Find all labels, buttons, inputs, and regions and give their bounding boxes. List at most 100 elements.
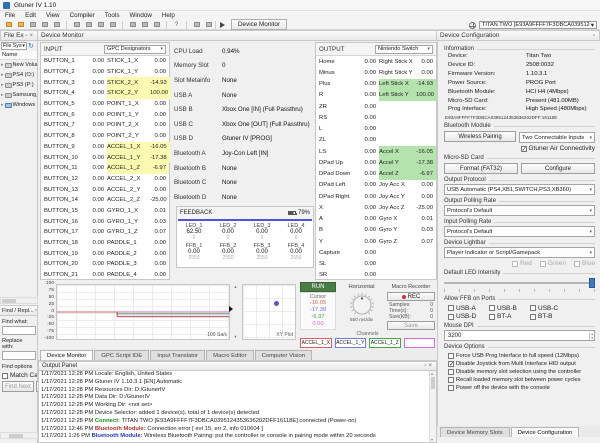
option-checkbox[interactable] [448,385,454,391]
tree-item-windows-c-[interactable]: ▸Windows (C:) [0,100,37,110]
tree-item-samsung-t5[interactable]: ▸Samsung_T5 [0,90,37,100]
output-polling-rate-dropdown[interactable]: Protocol's Default▾ [444,205,595,216]
led-intensity-slider[interactable] [444,278,595,288]
output-protocol-dropdown[interactable]: Nintendo Switch▾ [375,45,433,54]
menu-window[interactable]: Window [124,12,156,19]
save-all-icon[interactable] [40,21,49,29]
output-row: RS0.00 [316,112,436,123]
refresh-icon[interactable]: ↻ [28,43,34,50]
find-panel-hscrollbar[interactable] [0,432,38,439]
connectable-inputs-dropdown[interactable]: Two Connectable Inputs▾ [519,132,595,143]
usb-c-checkbox[interactable] [530,305,536,311]
horizontal-label: Horizontal [338,284,385,290]
option-checkbox[interactable] [448,377,454,383]
spinner-arrows-icon[interactable]: ▴▾ [589,332,594,340]
run-button[interactable]: RUN [300,282,336,292]
save-button[interactable]: Save [387,321,435,330]
usb-b-checkbox[interactable] [489,305,495,311]
download-slot-icon[interactable] [192,21,201,29]
paste-icon[interactable] [108,21,117,29]
close-icon[interactable]: × [28,33,34,39]
device-target-icon[interactable] [469,22,476,29]
find-input[interactable] [2,326,36,335]
copy-icon[interactable] [96,21,105,29]
usb-d-checkbox[interactable] [448,314,454,320]
mouse-dpi-spinbox[interactable]: 3200 ▴▾ [444,330,595,341]
match-case-checkbox[interactable] [2,373,8,379]
scope-plot[interactable]: 100 Sa/s [56,284,230,340]
tab-macro-editor[interactable]: Macro Editor [206,350,253,360]
designator-name: POINT_1_X [107,101,150,107]
usb-a-checkbox[interactable] [448,305,454,311]
output-protocol-dropdown[interactable]: USB Automatic (PS4,XB1,SWITCH,PS3,XB360)… [444,184,595,195]
rec-button[interactable]: REC [387,292,435,301]
tab-device-monitor[interactable]: Device Monitor [40,350,93,360]
channel-ACCEL_1_X[interactable]: ACCEL_1_X [300,338,332,348]
find-replace-icon[interactable] [152,21,161,29]
float-icon[interactable]: ▫ [34,308,37,314]
file-system-dropdown[interactable]: File System▾ [1,42,27,50]
gtuner-air-checkbox[interactable] [521,146,527,152]
log-vscrollbar[interactable]: ▴▾ [429,371,436,442]
option-checkbox[interactable] [448,361,454,367]
run-icon[interactable] [218,21,227,29]
output-value: 0.00 [356,81,379,87]
find-next-button[interactable]: Find Next [2,381,34,392]
tab-device-memory-slots[interactable]: Device Memory Slots [440,427,510,437]
scope-scroll-strip[interactable]: ▴▾ [231,284,240,340]
device-lightbar-dropdown[interactable]: Player Indicator or Script/Gamepack▾ [444,247,595,258]
format-button[interactable]: Format (FAT32) [444,163,518,174]
menu-file[interactable]: File [0,12,20,19]
tab-gpc-script-ide[interactable]: GPC Script IDE [94,350,149,360]
expand-icon[interactable]: ▸ [1,92,4,98]
slider-handle[interactable] [589,278,595,288]
menu-help[interactable]: Help [157,12,180,19]
status-label: Bluetooth C [174,179,222,186]
open-file-icon[interactable] [16,21,25,29]
file-explorer-hscrollbar[interactable] [0,297,38,304]
tree-item-new-volume[interactable]: ▸New Volume [0,60,37,70]
channel-empty[interactable] [404,338,436,348]
expand-icon[interactable]: ▸ [1,72,4,78]
replace-input[interactable] [2,351,36,360]
help-icon[interactable]: ? [172,21,181,29]
option-checkbox[interactable] [448,369,454,375]
gpc-designators-dropdown[interactable]: GPC Designators▾ [104,45,166,54]
tab-computer-vision[interactable]: Computer Vision [255,350,312,360]
menu-tools[interactable]: Tools [100,12,125,19]
tab-device-configuration[interactable]: Device Configuration [511,427,580,437]
input-polling-rate-dropdown[interactable]: Protocol's Default▾ [444,226,595,237]
menu-edit[interactable]: Edit [20,12,41,19]
trigger-marker[interactable] [229,306,233,312]
close-icon[interactable]: × [427,363,433,369]
tree-item-ps3-p-[interactable]: ▸PS3 (P:) [0,80,37,90]
device-monitor-toolbar-button[interactable]: Device Monitor [231,19,287,30]
link-icon[interactable] [72,21,81,29]
bt-a-checkbox[interactable] [489,314,495,320]
output-axis-name: Accel X [379,146,416,157]
new-file-icon[interactable] [4,21,13,29]
option-checkbox[interactable] [448,353,454,359]
expand-icon[interactable]: ▸ [1,102,4,108]
configure-button[interactable]: Configure [521,163,595,174]
device-selector-dropdown[interactable]: TITAN TWO [E93A9FFFF7F3DBCA0395124353636… [479,21,597,29]
timebase-knob[interactable] [349,292,375,318]
float-icon[interactable]: ▫ [592,33,596,39]
channel-ACCEL_1_Z[interactable]: ACCEL_1_Z [369,338,401,348]
tab-input-translator[interactable]: Input Translator [150,350,205,360]
undo-icon[interactable] [128,21,137,29]
tree-item-ps4-o-[interactable]: ▸PS4 (O:) [0,70,37,80]
upload-slot-icon[interactable] [204,21,213,29]
expand-icon[interactable]: ▸ [1,62,4,68]
xy-plot[interactable]: XY Plot [242,284,296,340]
menu-compiler[interactable]: Compiler [65,12,100,19]
bt-b-checkbox[interactable] [530,314,536,320]
expand-icon[interactable]: ▸ [1,82,4,88]
save-icon[interactable] [28,21,37,29]
redo-icon[interactable] [140,21,149,29]
channel-ACCEL_1_Y[interactable]: ACCEL_1_Y [335,338,367,348]
wireless-pairing-button[interactable]: Wireless Pairing [444,131,516,142]
revert-icon[interactable] [52,21,61,29]
cut-icon[interactable] [84,21,93,29]
menu-view[interactable]: View [41,12,65,19]
